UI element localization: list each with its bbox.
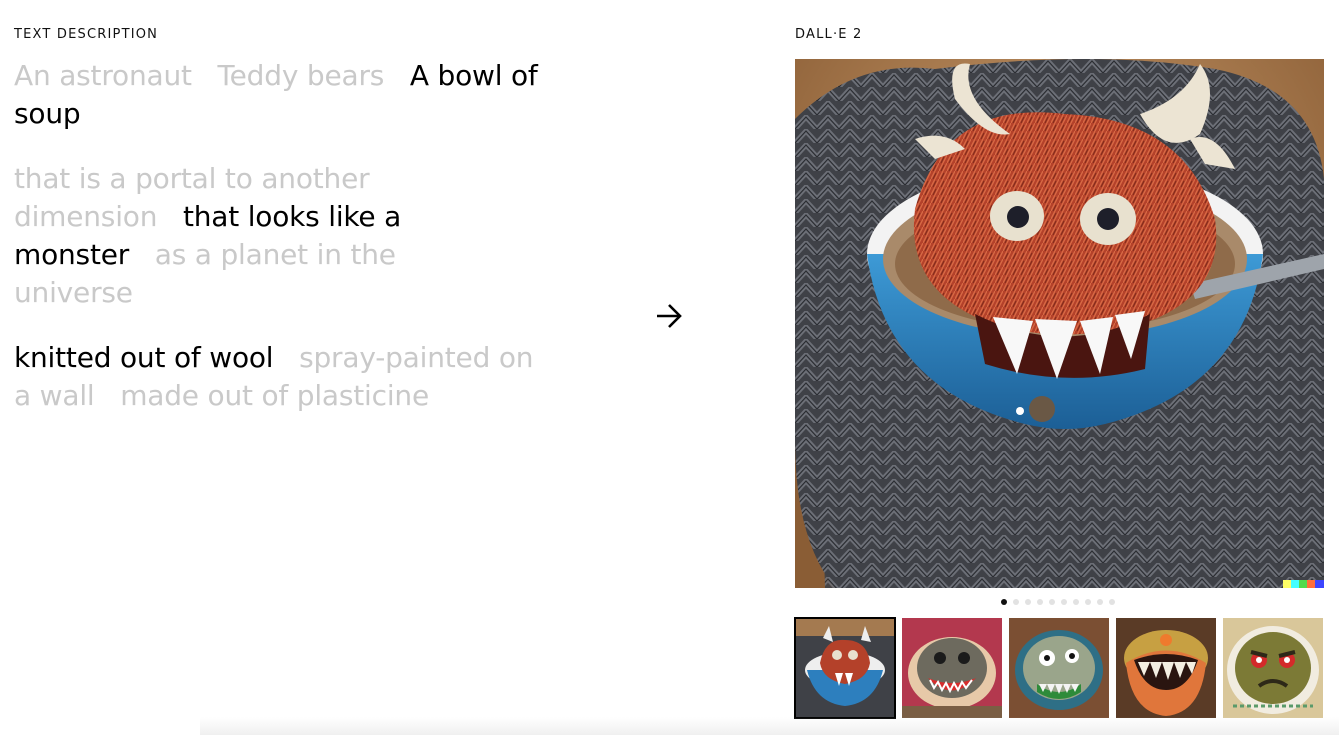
prompt-group-subject: An astronaut Teddy bears A bowl of soup xyxy=(14,57,554,133)
bottom-fade xyxy=(200,717,1339,735)
carousel-dot-1[interactable] xyxy=(1001,599,1007,605)
thumbnail-4[interactable] xyxy=(1116,618,1216,718)
carousel-dot-4[interactable] xyxy=(1037,599,1043,605)
dalle-2-label: DALL·E 2 xyxy=(795,27,863,42)
carousel-dot-5[interactable] xyxy=(1049,599,1055,605)
prompt-group-description: that is a portal to another dimension th… xyxy=(14,160,514,312)
carousel-dot-9[interactable] xyxy=(1097,599,1103,605)
prompt-group-style: knitted out of wool spray-painted on a w… xyxy=(14,339,554,415)
option-teddy-bears[interactable]: Teddy bears xyxy=(218,59,385,92)
thumbnail-2[interactable] xyxy=(902,618,1002,718)
option-plasticine[interactable]: made out of plasticine xyxy=(120,379,429,412)
prompt-builder: An astronaut Teddy bears A bowl of soup … xyxy=(14,57,554,442)
arrow-right-icon[interactable] xyxy=(653,300,685,332)
carousel-dot-3[interactable] xyxy=(1025,599,1031,605)
carousel-dot-6[interactable] xyxy=(1061,599,1067,605)
thumbnail-5[interactable] xyxy=(1223,618,1323,718)
carousel-dot-7[interactable] xyxy=(1073,599,1079,605)
thumbnail-1[interactable] xyxy=(794,617,896,719)
thumbnail-strip xyxy=(794,617,1323,719)
carousel-dot-2[interactable] xyxy=(1013,599,1019,605)
carousel-dot-8[interactable] xyxy=(1085,599,1091,605)
carousel-dot-10[interactable] xyxy=(1109,599,1115,605)
carousel-dots xyxy=(1001,599,1115,605)
text-description-label: TEXT DESCRIPTION xyxy=(14,27,159,42)
option-knitted-wool[interactable]: knitted out of wool xyxy=(14,341,274,374)
option-astronaut[interactable]: An astronaut xyxy=(14,59,192,92)
generated-image xyxy=(795,59,1324,588)
thumbnail-3[interactable] xyxy=(1009,618,1109,718)
